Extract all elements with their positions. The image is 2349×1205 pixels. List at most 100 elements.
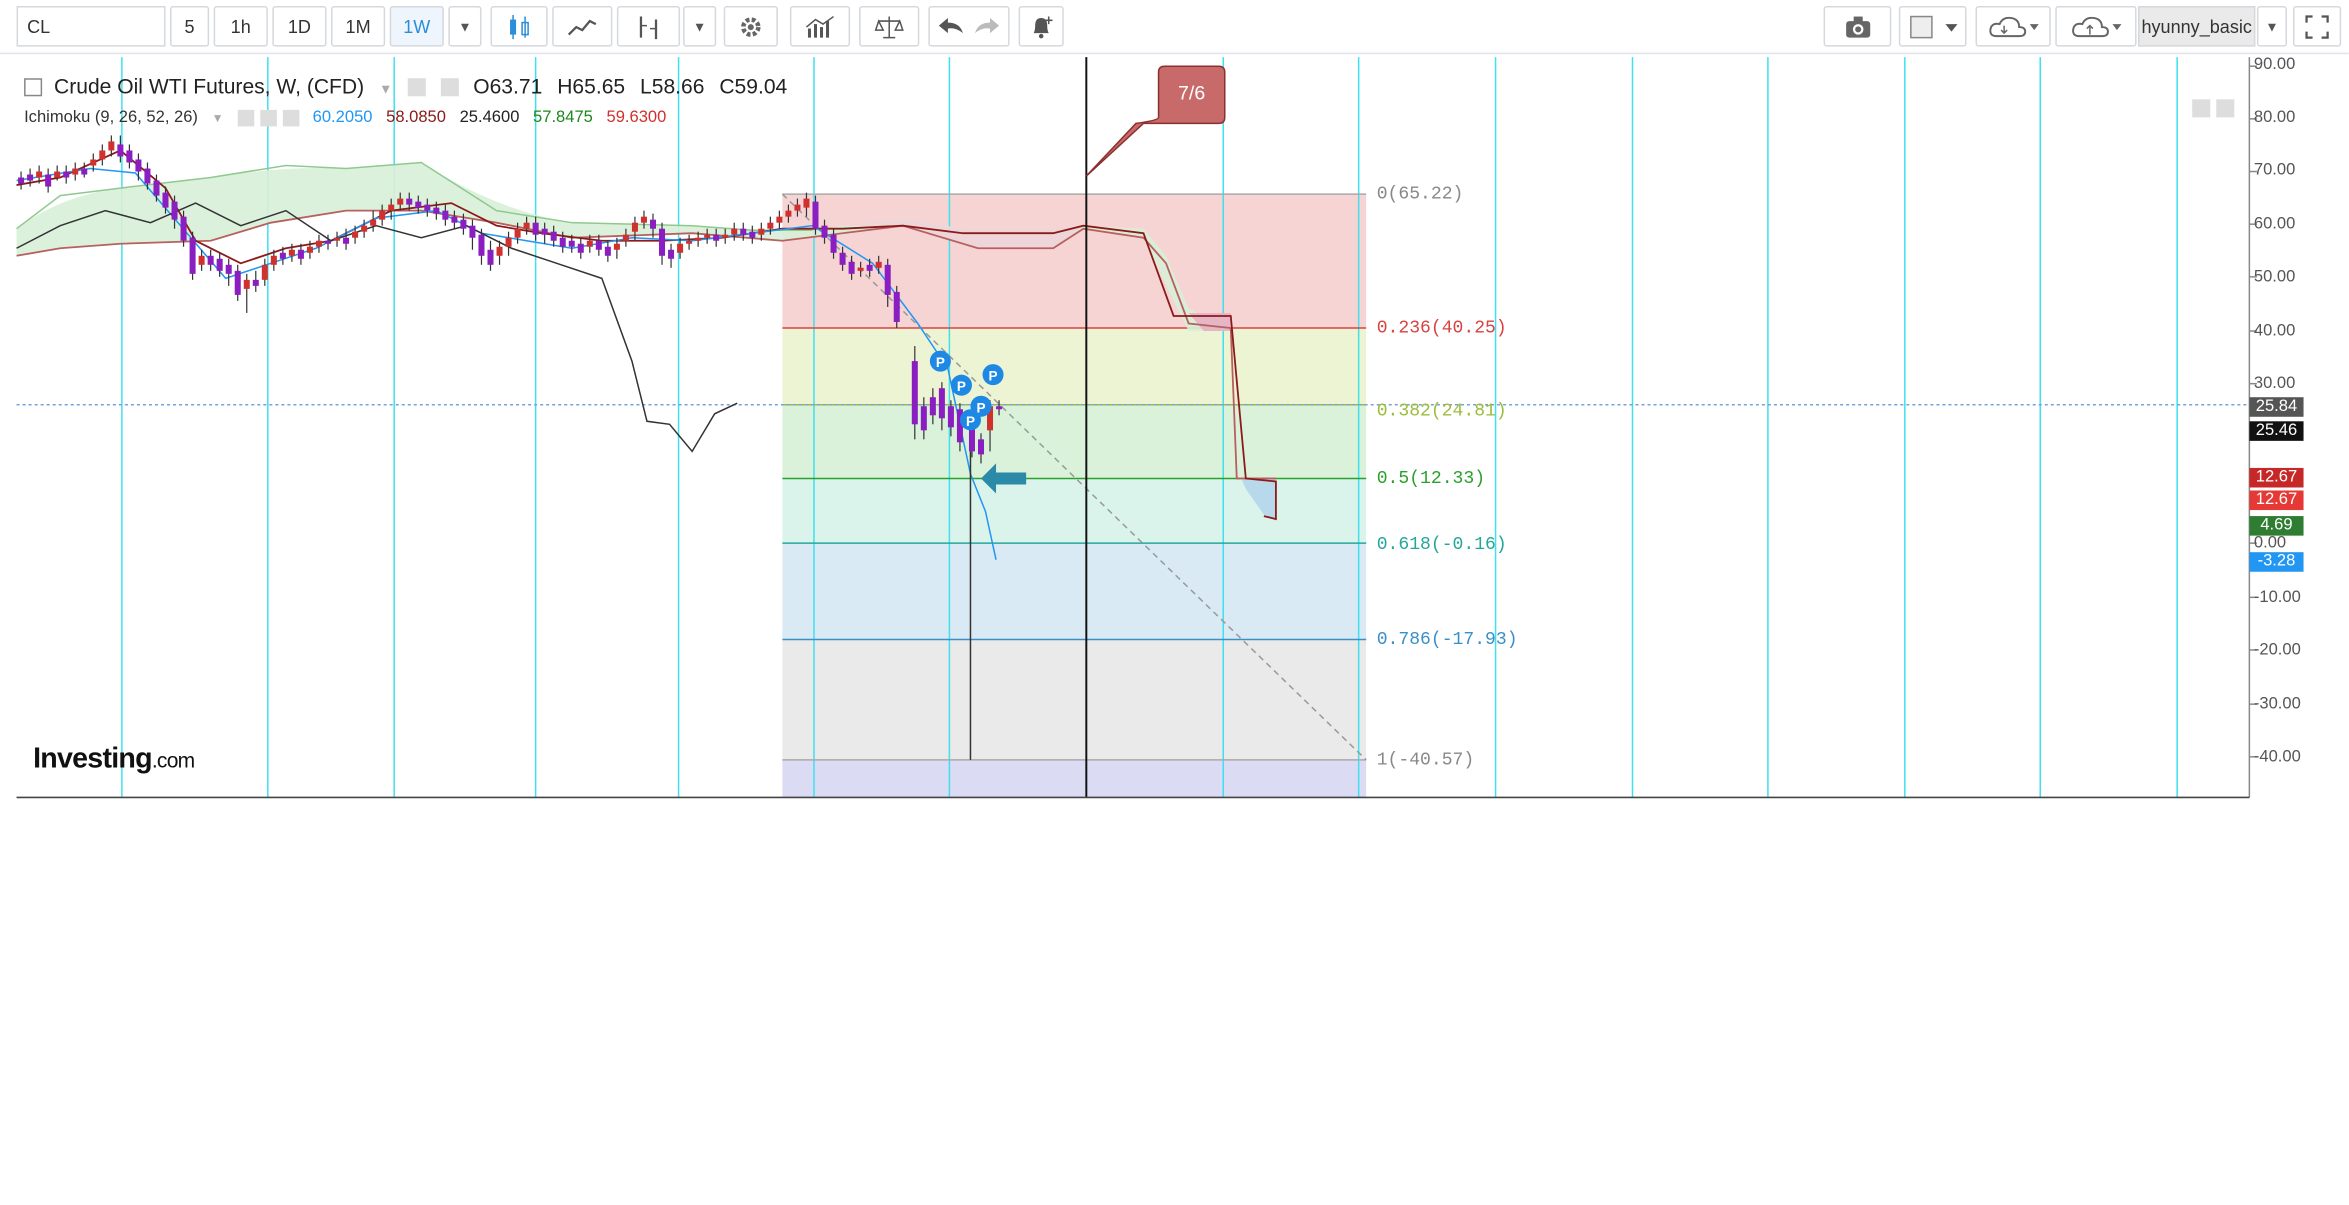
ohlc-close: C59.04 bbox=[719, 73, 788, 98]
price-tag-chikou: 25.46 bbox=[2249, 421, 2304, 441]
ohlc-high: H65.65 bbox=[557, 73, 626, 98]
fib-zone-618-786 bbox=[782, 543, 1367, 640]
fib-label-382: 0.382(24.81) bbox=[1376, 400, 1507, 422]
candle-body bbox=[324, 240, 332, 244]
candle-body bbox=[649, 219, 657, 229]
pane-arrow-icon[interactable] bbox=[2192, 99, 2211, 118]
eye-icon[interactable] bbox=[237, 109, 254, 126]
candle-body bbox=[749, 231, 756, 238]
price-tag-tenkan: -3.28 bbox=[2249, 552, 2304, 572]
close-icon[interactable] bbox=[282, 109, 300, 126]
candle-body bbox=[704, 234, 711, 238]
y-tick-label: -20.00 bbox=[2253, 640, 2301, 660]
candle-body bbox=[794, 204, 801, 211]
fib-label-786: 0.786(-17.93) bbox=[1376, 628, 1518, 650]
candle-body bbox=[99, 150, 106, 160]
candle-body bbox=[532, 222, 539, 235]
candle-body bbox=[334, 237, 341, 241]
candle-body bbox=[812, 201, 819, 229]
ohlc-open: O63.71 bbox=[473, 73, 543, 98]
eye-icon[interactable] bbox=[407, 78, 426, 97]
ohlc-low: L58.66 bbox=[640, 73, 705, 98]
candle-body bbox=[577, 243, 584, 253]
indicator-value-2: 58.0850 bbox=[386, 108, 446, 127]
candle-body bbox=[306, 246, 313, 253]
candle-body bbox=[803, 198, 810, 208]
chevron-down-icon[interactable]: ▼ bbox=[379, 81, 392, 96]
candle-body bbox=[370, 219, 377, 226]
candle-body bbox=[63, 171, 70, 178]
candle-body bbox=[595, 240, 602, 250]
fib-label-236: 0.236(40.25) bbox=[1376, 317, 1507, 339]
candle-body bbox=[288, 249, 295, 256]
indicator-value-1: 60.2050 bbox=[312, 108, 373, 127]
collapse-icon[interactable] bbox=[24, 78, 43, 97]
chevron-down-icon[interactable]: ▼ bbox=[212, 111, 224, 125]
candle-body bbox=[343, 237, 350, 244]
candle-body bbox=[631, 222, 638, 232]
y-tick-label: -40.00 bbox=[2253, 747, 2301, 766]
candle-body bbox=[622, 234, 629, 241]
candle-body bbox=[487, 249, 494, 265]
candle-body bbox=[839, 252, 846, 265]
candle-body bbox=[686, 240, 693, 244]
candle-body bbox=[379, 210, 386, 220]
candle-body bbox=[442, 210, 449, 220]
svg-text:P: P bbox=[976, 400, 985, 415]
price-tag-span-b: 12.67 bbox=[2249, 490, 2304, 511]
fib-zone-236-382 bbox=[782, 328, 1367, 405]
fib-zone-5-618 bbox=[782, 478, 1367, 544]
candle-body bbox=[938, 388, 945, 419]
fib-zone-below bbox=[782, 759, 1367, 798]
candle-body bbox=[848, 261, 855, 274]
y-tick-label: 90.00 bbox=[2253, 55, 2296, 74]
y-tick-label: 70.00 bbox=[2253, 160, 2296, 180]
candle-body bbox=[740, 228, 747, 235]
y-tick-label: 80.00 bbox=[2253, 108, 2296, 127]
candle-body bbox=[81, 168, 88, 175]
candle-body bbox=[117, 144, 124, 157]
svg-text:P: P bbox=[936, 355, 945, 370]
candle-body bbox=[469, 225, 476, 238]
candle-body bbox=[180, 216, 187, 241]
svg-text:P: P bbox=[989, 369, 998, 384]
candle-body bbox=[243, 279, 250, 289]
candle-body bbox=[677, 243, 684, 253]
candle-body bbox=[460, 219, 467, 229]
candle-body bbox=[514, 228, 521, 238]
price-tag-span-a: 4.69 bbox=[2249, 516, 2304, 536]
candle-body bbox=[947, 406, 954, 428]
indicator-value-4: 57.8475 bbox=[533, 108, 593, 127]
candle-body bbox=[505, 237, 512, 247]
candle-body bbox=[695, 237, 702, 241]
gear-icon[interactable] bbox=[440, 78, 459, 97]
candle-body bbox=[216, 258, 223, 271]
pane-close-icon[interactable] bbox=[2216, 99, 2235, 118]
candle-body bbox=[279, 252, 286, 259]
candle-body bbox=[604, 246, 611, 256]
indicator-name: Ichimoku (9, 26, 52, 26) bbox=[24, 108, 198, 127]
candle-body bbox=[352, 231, 359, 238]
candle-body bbox=[830, 234, 837, 253]
candle-body bbox=[722, 234, 729, 238]
y-tick-label: 30.00 bbox=[2253, 374, 2296, 393]
candle-body bbox=[90, 159, 97, 166]
candle-body bbox=[54, 171, 61, 178]
candle-body bbox=[996, 406, 1003, 410]
fib-label-0: 0(65.22) bbox=[1376, 183, 1464, 205]
candle-body bbox=[541, 228, 548, 235]
candle-body bbox=[162, 192, 169, 208]
candle-body bbox=[731, 228, 738, 235]
candle-body bbox=[767, 222, 774, 229]
candle-body bbox=[586, 240, 593, 247]
candle-body bbox=[171, 201, 178, 220]
price-tag-last: 25.84 bbox=[2249, 397, 2304, 417]
gear-icon[interactable] bbox=[259, 109, 277, 126]
investing-logo: Investing.com bbox=[33, 743, 195, 775]
candle-body bbox=[496, 246, 503, 256]
candle-body bbox=[776, 216, 783, 223]
candle-body bbox=[388, 204, 395, 211]
candle-body bbox=[270, 255, 277, 265]
candle-body bbox=[433, 207, 440, 214]
fib-zone-786-1 bbox=[782, 639, 1367, 760]
